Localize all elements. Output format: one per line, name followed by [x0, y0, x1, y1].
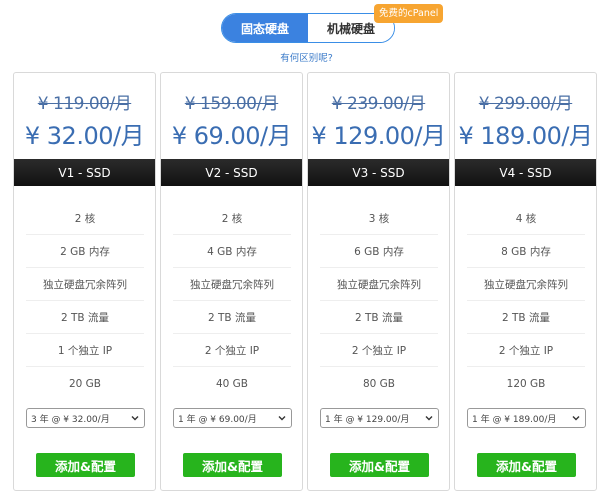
feature-ip: 2 个独立 IP	[467, 334, 585, 367]
current-price: ¥ 32.00/月	[24, 122, 145, 150]
billing-term-value: 1 年 @ ¥ 129.00/月	[325, 414, 410, 425]
ssd-toggle-option[interactable]: 固态硬盘	[222, 14, 308, 42]
original-price: ¥ 239.00/月	[331, 94, 426, 114]
feature-storage: 120 GB	[506, 377, 546, 390]
feature-raid: 独立硬盘冗余阵列	[173, 268, 291, 301]
feature-cores: 3 核	[320, 202, 438, 235]
feature-ip: 1 个独立 IP	[26, 334, 144, 367]
chevron-down-icon	[278, 416, 286, 421]
original-price: ¥ 119.00/月	[37, 94, 132, 114]
plan-card-v1: ¥ 119.00/月 ¥ 32.00/月 V1 - SSD 2 核 2 GB 内…	[13, 72, 156, 491]
original-price: ¥ 159.00/月	[184, 94, 279, 114]
difference-link[interactable]: 有何区别呢?	[0, 50, 613, 64]
billing-term-select[interactable]: 1 年 @ ¥ 69.00/月	[173, 408, 292, 428]
feature-cores: 2 核	[26, 202, 144, 235]
chevron-down-icon	[425, 416, 433, 421]
plan-card-v3: ¥ 239.00/月 ¥ 129.00/月 V3 - SSD 3 核 6 GB …	[307, 72, 450, 491]
billing-term-value: 1 年 @ ¥ 69.00/月	[178, 414, 257, 425]
add-configure-button[interactable]: 添加&配置	[36, 453, 135, 477]
feature-bandwidth: 2 TB 流量	[320, 301, 438, 334]
feature-cores: 2 核	[173, 202, 291, 235]
feature-list: 2 核 4 GB 内存 独立硬盘冗余阵列 2 TB 流量 2 个独立 IP 40…	[173, 202, 291, 400]
feature-storage: 80 GB	[362, 377, 396, 390]
free-cpanel-badge: 免费的cPanel	[374, 4, 444, 23]
original-price: ¥ 299.00/月	[478, 94, 573, 114]
feature-cores: 4 核	[467, 202, 585, 235]
feature-storage: 40 GB	[215, 377, 249, 390]
current-price: ¥ 189.00/月	[458, 122, 593, 150]
plan-card-v2: ¥ 159.00/月 ¥ 69.00/月 V2 - SSD 2 核 4 GB 内…	[160, 72, 303, 491]
billing-term-select[interactable]: 3 年 @ ¥ 32.00/月	[26, 408, 145, 428]
feature-raid: 独立硬盘冗余阵列	[467, 268, 585, 301]
chevron-down-icon	[131, 416, 139, 421]
add-configure-button[interactable]: 添加&配置	[183, 453, 282, 477]
add-configure-button[interactable]: 添加&配置	[330, 453, 429, 477]
plan-name: V4 - SSD	[455, 159, 596, 186]
disk-type-toggle: 固态硬盘 机械硬盘 免费的cPanel	[221, 4, 444, 43]
feature-memory: 6 GB 内存	[320, 235, 438, 268]
plan-name: V1 - SSD	[14, 159, 155, 186]
feature-memory: 2 GB 内存	[26, 235, 144, 268]
billing-term-value: 3 年 @ ¥ 32.00/月	[31, 414, 110, 425]
current-price: ¥ 69.00/月	[171, 122, 292, 150]
feature-bandwidth: 2 TB 流量	[467, 301, 585, 334]
plan-card-v4: ¥ 299.00/月 ¥ 189.00/月 V4 - SSD 4 核 8 GB …	[454, 72, 597, 491]
feature-bandwidth: 2 TB 流量	[173, 301, 291, 334]
feature-list: 3 核 6 GB 内存 独立硬盘冗余阵列 2 TB 流量 2 个独立 IP 80…	[320, 202, 438, 400]
feature-ip: 2 个独立 IP	[173, 334, 291, 367]
feature-ip: 2 个独立 IP	[320, 334, 438, 367]
feature-storage: 20 GB	[68, 377, 102, 390]
feature-list: 2 核 2 GB 内存 独立硬盘冗余阵列 2 TB 流量 1 个独立 IP 20…	[26, 202, 144, 400]
toggle-group: 固态硬盘 机械硬盘	[221, 13, 395, 43]
billing-term-select[interactable]: 1 年 @ ¥ 129.00/月	[320, 408, 439, 428]
feature-memory: 4 GB 内存	[173, 235, 291, 268]
feature-bandwidth: 2 TB 流量	[26, 301, 144, 334]
feature-list: 4 核 8 GB 内存 独立硬盘冗余阵列 2 TB 流量 2 个独立 IP 12…	[467, 202, 585, 400]
feature-raid: 独立硬盘冗余阵列	[320, 268, 438, 301]
plan-name: V2 - SSD	[161, 159, 302, 186]
chevron-down-icon	[572, 416, 580, 421]
feature-memory: 8 GB 内存	[467, 235, 585, 268]
feature-raid: 独立硬盘冗余阵列	[26, 268, 144, 301]
plan-name: V3 - SSD	[308, 159, 449, 186]
billing-term-value: 1 年 @ ¥ 189.00/月	[472, 414, 557, 425]
billing-term-select[interactable]: 1 年 @ ¥ 189.00/月	[467, 408, 586, 428]
add-configure-button[interactable]: 添加&配置	[477, 453, 576, 477]
current-price: ¥ 129.00/月	[311, 122, 446, 150]
